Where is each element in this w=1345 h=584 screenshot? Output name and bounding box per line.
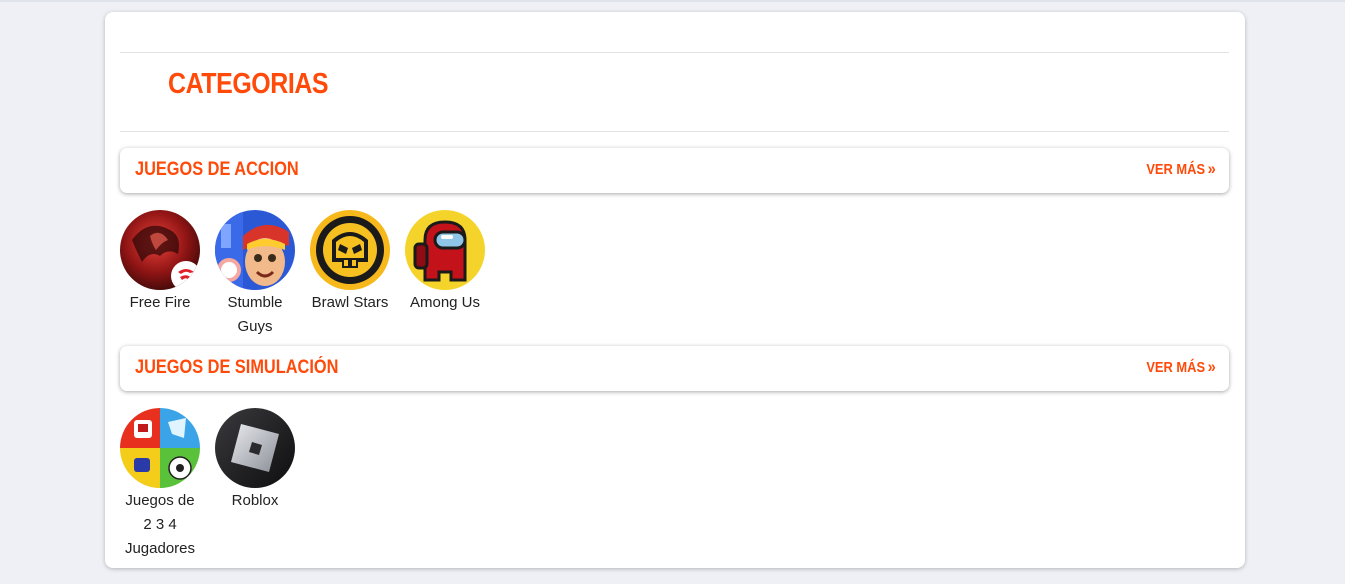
section-title: JUEGOS DE ACCION <box>135 159 299 180</box>
stumble-guys-icon <box>215 210 295 290</box>
divider <box>120 131 1229 132</box>
divider <box>120 52 1229 53</box>
section-title: JUEGOS DE SIMULACIÓN <box>135 357 339 378</box>
game-item-brawl-stars[interactable]: Brawl Stars <box>310 210 390 339</box>
game-item-free-fire[interactable]: Free Fire <box>120 210 200 339</box>
see-more-label: VER MÁS <box>1146 161 1206 178</box>
free-fire-icon <box>120 210 200 290</box>
see-more-link[interactable]: VER MÁS» <box>1147 357 1216 377</box>
top-border <box>0 0 1345 2</box>
game-item-roblox[interactable]: Roblox <box>215 408 295 561</box>
game-list: Juegos de 2 3 4 Jugadores Roblox <box>120 408 310 561</box>
section-header-action: JUEGOS DE ACCION VER MÁS» <box>120 148 1229 193</box>
game-name: Stumble Guys <box>227 294 283 335</box>
game-name: Free Fire <box>129 294 191 311</box>
among-us-icon <box>405 210 485 290</box>
game-name: Brawl Stars <box>311 294 389 311</box>
game-item-stumble-guys[interactable]: Stumble Guys <box>215 210 295 339</box>
double-chevron-right-icon: » <box>1207 159 1216 178</box>
game-item-among-us[interactable]: Among Us <box>405 210 485 339</box>
game-name: Roblox <box>231 492 279 509</box>
section-header-simulation: JUEGOS DE SIMULACIÓN VER MÁS» <box>120 346 1229 391</box>
see-more-label: VER MÁS <box>1146 359 1206 376</box>
categories-card: CATEGORIAS JUEGOS DE ACCION VER MÁS» Fre… <box>105 12 1245 568</box>
game-name: Juegos de 2 3 4 Jugadores <box>124 492 196 557</box>
page-title: CATEGORIAS <box>168 68 329 100</box>
game-name: Among Us <box>409 294 481 311</box>
brawl-stars-icon <box>310 210 390 290</box>
roblox-icon <box>215 408 295 488</box>
double-chevron-right-icon: » <box>1207 357 1216 376</box>
game-item-multiplayer-games[interactable]: Juegos de 2 3 4 Jugadores <box>120 408 200 561</box>
see-more-link[interactable]: VER MÁS» <box>1147 159 1216 179</box>
multiplayer-games-icon <box>120 408 200 488</box>
game-list: Free Fire Stumble Guys Brawl Stars Among… <box>120 210 500 339</box>
